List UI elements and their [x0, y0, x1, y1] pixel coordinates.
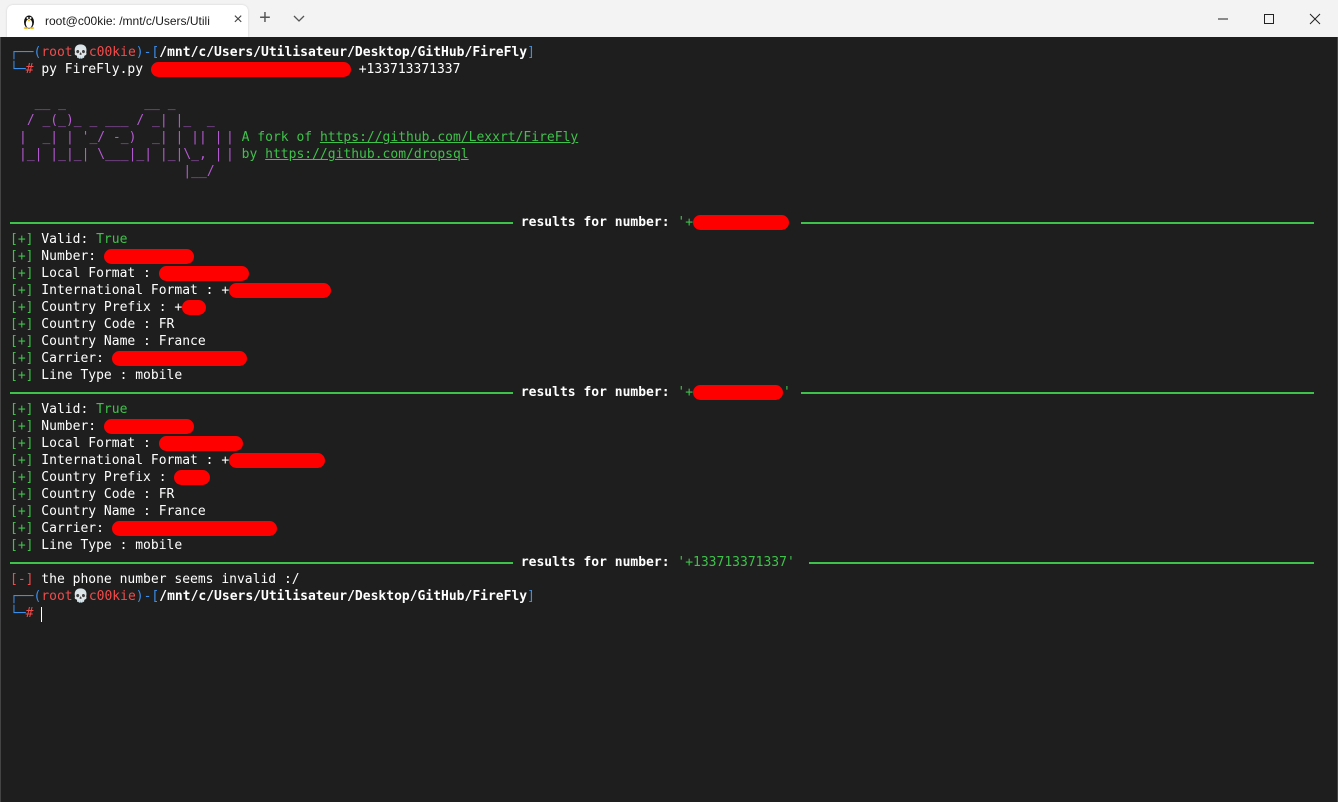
- result-number: [+] Number:: [10, 248, 194, 265]
- result-valid: [+] Valid: True: [10, 402, 128, 417]
- result-country-prefix: [+] Country Prefix : +: [10, 299, 207, 316]
- text-cursor: [41, 607, 42, 622]
- author-link[interactable]: https://github.com/dropsql: [265, 147, 469, 162]
- close-window-button[interactable]: [1292, 0, 1338, 37]
- minimize-icon: [1218, 18, 1228, 19]
- result-country-prefix: [+] Country Prefix :: [10, 469, 211, 486]
- separator-line: [10, 562, 513, 564]
- fork-link[interactable]: https://github.com/Lexxrt/FireFly: [320, 130, 578, 145]
- tab-title: root@c00kie: /mnt/c/Users/Utili: [45, 14, 210, 28]
- result-international-format: [+] International Format : +: [10, 452, 326, 469]
- terminal-area[interactable]: ┌──(root💀c00kie)-[/mnt/c/Users/Utilisate…: [0, 37, 1338, 802]
- result-country-code: [+] Country Code : FR: [10, 487, 175, 502]
- result-line-type: [+] Line Type : mobile: [10, 368, 183, 383]
- maximize-button[interactable]: [1246, 0, 1292, 37]
- linux-penguin-icon: [23, 15, 35, 29]
- close-icon: [1309, 13, 1321, 24]
- results-header: results for number: '+ ': [513, 385, 791, 400]
- input-line[interactable]: └─#: [10, 605, 33, 622]
- title-bar: root@c00kie: /mnt/c/Users/Utili × +: [0, 0, 1338, 37]
- command-line: └─# py FireFly.py +133713371337: [10, 62, 461, 77]
- separator-line: [801, 392, 1314, 394]
- result-carrier: [+] Carrier:: [10, 350, 247, 367]
- separator-line: [801, 222, 1314, 224]
- result-line-type: [+] Line Type : mobile: [10, 538, 183, 553]
- result-number: [+] Number:: [10, 418, 194, 435]
- result-local-format: [+] Local Format :: [10, 435, 243, 452]
- error-line: [-] the phone number seems invalid :/: [10, 572, 300, 587]
- results-header: results for number: '+: [513, 214, 790, 231]
- result-carrier: [+] Carrier:: [10, 520, 277, 537]
- result-local-format: [+] Local Format :: [10, 265, 249, 282]
- redaction-mark: [693, 215, 790, 230]
- result-country-name: [+] Country Name : France: [10, 504, 206, 519]
- chevron-down-icon[interactable]: [290, 9, 308, 27]
- prompt-line: ┌──(root💀c00kie)-[/mnt/c/Users/Utilisate…: [10, 589, 535, 604]
- banner-by-line: | by https://github.com/dropsql: [226, 147, 469, 162]
- new-tab-button[interactable]: +: [256, 8, 274, 28]
- result-country-code: [+] Country Code : FR: [10, 317, 175, 332]
- separator-line: [809, 562, 1314, 564]
- firefly-ascii-logo: __ _ __ _ / _(_)_ _ ___ / _| |_ _ | _| |…: [19, 96, 223, 179]
- result-country-name: [+] Country Name : France: [10, 334, 206, 349]
- maximize-icon: [1264, 13, 1274, 24]
- tab-close-icon[interactable]: ×: [229, 11, 247, 29]
- minimize-button[interactable]: [1200, 0, 1246, 37]
- terminal-tab[interactable]: root@c00kie: /mnt/c/Users/Utili ×: [7, 5, 248, 37]
- redaction-mark: [150, 62, 351, 77]
- result-valid: [+] Valid: True: [10, 232, 128, 247]
- banner-fork-line: | A fork of https://github.com/Lexxrt/Fi…: [226, 130, 579, 145]
- result-international-format: [+] International Format : +: [10, 282, 332, 299]
- separator-line: [10, 392, 513, 394]
- prompt-line: ┌──(root💀c00kie)-[/mnt/c/Users/Utilisate…: [10, 45, 535, 60]
- results-header: results for number: '+133713371337': [513, 555, 795, 570]
- separator-line: [10, 222, 513, 224]
